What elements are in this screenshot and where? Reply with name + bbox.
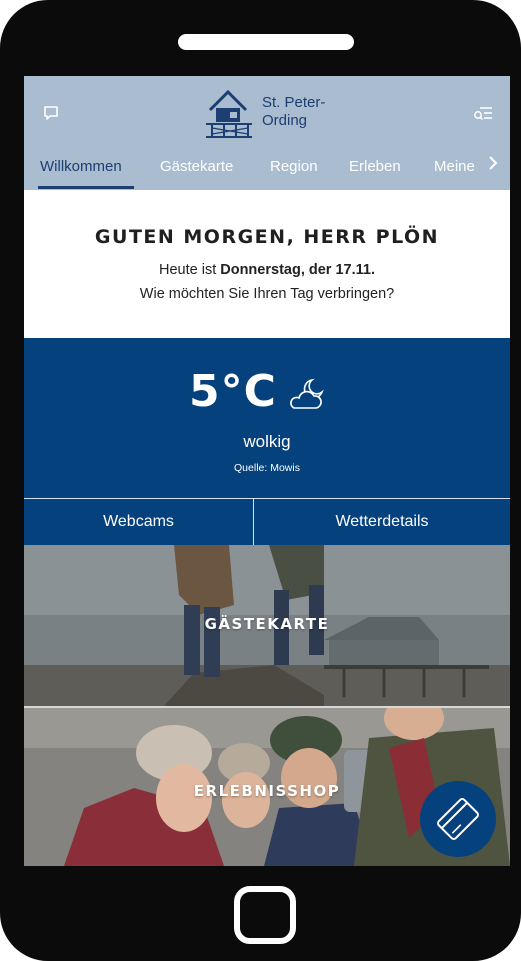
phone-frame: St. Peter- Ording Willkommen Gästekarte … bbox=[0, 0, 521, 961]
weather-details-button[interactable]: Wetterdetails bbox=[254, 499, 510, 545]
tab-erleben[interactable]: Erleben bbox=[349, 158, 401, 175]
tab-bar: Willkommen Gästekarte Region Erleben Mei… bbox=[24, 148, 510, 190]
greeting-section: GUTEN MORGEN, HERR PLÖN Heute ist Donner… bbox=[24, 190, 510, 338]
guest-card-label: GÄSTEKARTE bbox=[204, 615, 330, 633]
greeting-question: Wie möchten Sie Ihren Tag verbringen? bbox=[139, 286, 395, 302]
active-tab-indicator bbox=[38, 186, 134, 189]
greeting-date: Donnerstag, der 17.11. bbox=[220, 262, 375, 278]
greeting-date-line: Heute ist Donnerstag, der 17.11. bbox=[24, 262, 510, 278]
chevron-right-icon[interactable] bbox=[484, 154, 502, 172]
chat-icon[interactable] bbox=[42, 104, 60, 122]
digital-card-fab[interactable] bbox=[420, 781, 496, 857]
greeting-title: GUTEN MORGEN, HERR PLÖN bbox=[94, 226, 440, 248]
tab-region[interactable]: Region bbox=[270, 158, 318, 175]
app-header: St. Peter- Ording Willkommen Gästekarte … bbox=[24, 76, 510, 190]
moon-cloud-icon bbox=[290, 378, 324, 409]
app-logo[interactable]: St. Peter- Ording bbox=[204, 84, 344, 140]
phone-speaker bbox=[178, 34, 354, 50]
home-button[interactable] bbox=[234, 886, 296, 944]
guest-card-tile[interactable]: GÄSTEKARTE bbox=[24, 545, 510, 706]
logo-line1: St. Peter- bbox=[262, 94, 326, 111]
tab-gaestekarte[interactable]: Gästekarte bbox=[160, 158, 233, 175]
logo-line2: Ording bbox=[262, 112, 308, 129]
search-menu-icon[interactable] bbox=[472, 104, 494, 122]
temperature: 5°C bbox=[189, 366, 277, 417]
weather-actions: Webcams Wetterdetails bbox=[24, 498, 510, 545]
card-icon bbox=[437, 798, 479, 840]
logo-text: St. Peter- Ording bbox=[262, 94, 352, 130]
tab-willkommen[interactable]: Willkommen bbox=[40, 158, 122, 175]
app-screen: St. Peter- Ording Willkommen Gästekarte … bbox=[24, 76, 510, 866]
weather-condition: wolkig bbox=[243, 432, 291, 451]
webcams-button[interactable]: Webcams bbox=[24, 499, 254, 545]
logo-house-icon bbox=[206, 89, 252, 138]
weather-source: Quelle: Mowis bbox=[234, 462, 300, 474]
weather-panel: 5°C wolkig Quelle: Mowis bbox=[24, 338, 510, 498]
greeting-date-prefix: Heute ist bbox=[159, 262, 221, 278]
tab-meine[interactable]: Meine bbox=[434, 158, 475, 175]
